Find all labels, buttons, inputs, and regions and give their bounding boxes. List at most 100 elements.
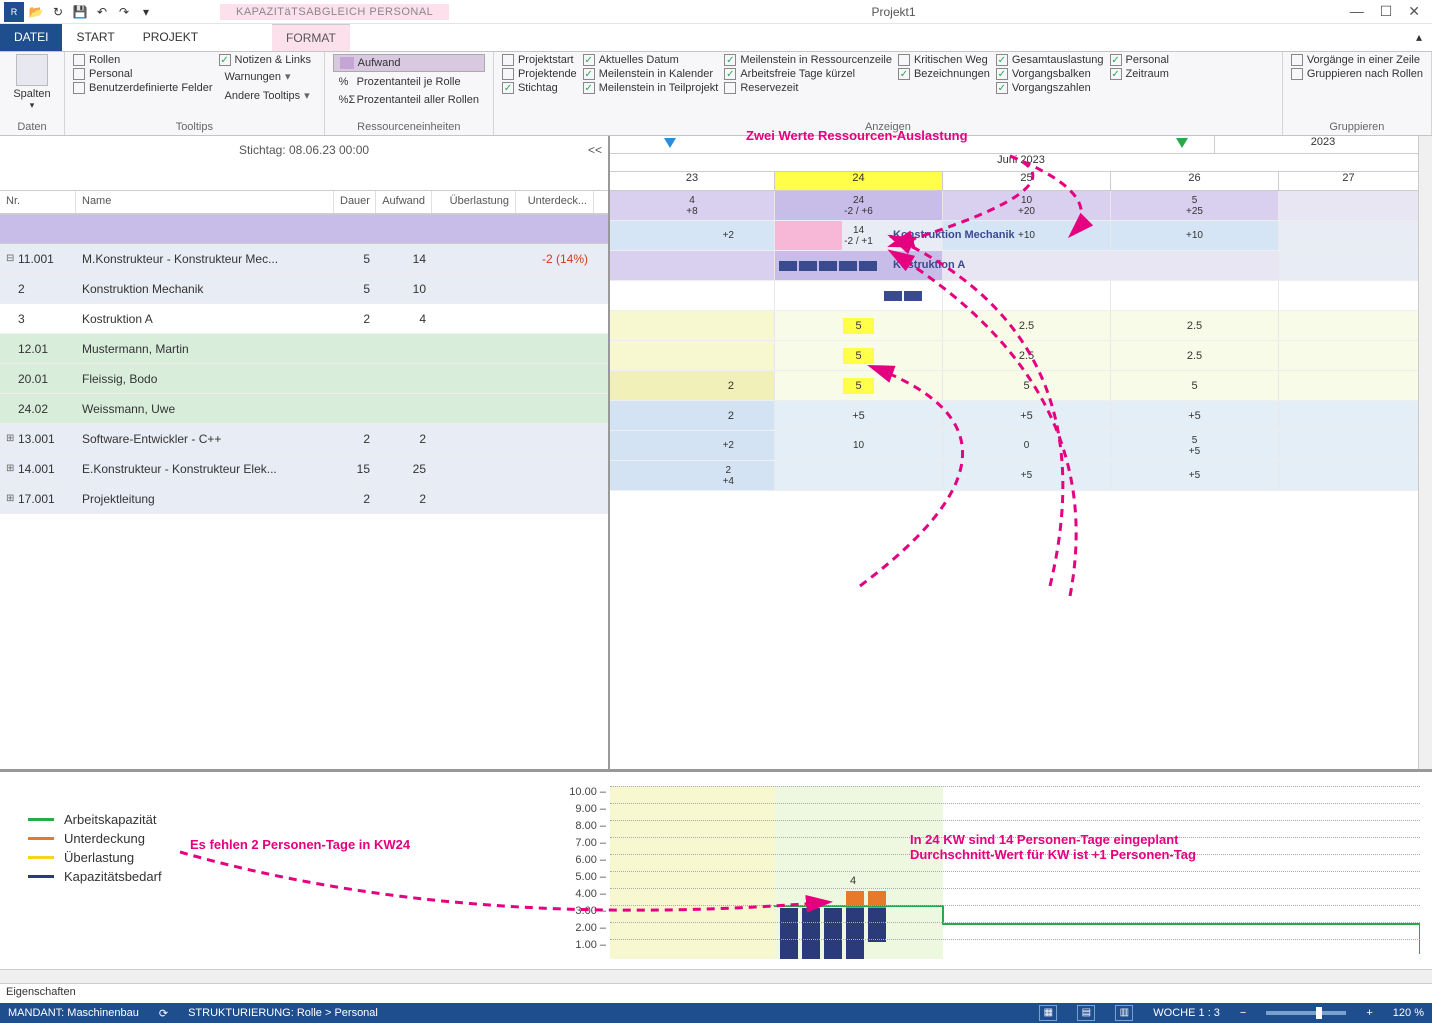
chk-notizen[interactable]: ✓Notizen & Links xyxy=(219,54,316,66)
chk-arbeitsfrei[interactable]: ✓Arbeitsfreie Tage kürzel xyxy=(724,68,892,80)
expand-icon[interactable]: ⊞ xyxy=(6,463,16,474)
table-row[interactable]: ⊟11.001M.Konstrukteur - Konstrukteur Mec… xyxy=(0,244,608,274)
tab-projekt[interactable]: PROJEKT xyxy=(129,24,212,51)
table-row[interactable]: 3Kostruktion A24 xyxy=(0,304,608,334)
chk-personal[interactable]: ✓Personal xyxy=(1110,54,1169,66)
horizontal-scrollbar[interactable] xyxy=(0,969,1432,983)
chk-vorgangszahlen[interactable]: ✓Vorgangszahlen xyxy=(996,82,1104,94)
chk-zeitraum[interactable]: ✓Zeitraum xyxy=(1110,68,1169,80)
refresh-status-icon[interactable]: ⟳ xyxy=(159,1007,168,1020)
chk-stichtag[interactable]: ✓Stichtag xyxy=(502,82,577,94)
dd-warnungen[interactable]: Warnungen xyxy=(219,68,316,85)
table-row[interactable]: 20.01Fleissig, Bodo xyxy=(0,364,608,394)
percent-icon: % xyxy=(339,76,353,88)
hdr-uberlastung[interactable]: Überlastung xyxy=(432,191,516,213)
table-row[interactable]: 12.01Mustermann, Martin xyxy=(0,334,608,364)
week-23[interactable]: 23 xyxy=(610,172,775,190)
tab-datei[interactable]: DATEI xyxy=(0,24,62,51)
vertical-scrollbar[interactable] xyxy=(1418,136,1432,769)
chk-projektende[interactable]: Projektende xyxy=(502,68,577,80)
zoom-out-icon[interactable]: − xyxy=(1240,1007,1246,1019)
zoom-slider[interactable] xyxy=(1266,1011,1346,1015)
expand-icon[interactable]: ⊞ xyxy=(6,433,16,444)
bars-icon xyxy=(340,57,354,69)
spalten-button[interactable]: Spalten ▾ xyxy=(8,54,56,111)
week-26[interactable]: 26 xyxy=(1111,172,1279,190)
app-icon[interactable]: R xyxy=(4,2,24,22)
stichtag-marker-icon xyxy=(664,138,676,148)
chk-reservezeit[interactable]: Reservezeit xyxy=(724,82,892,94)
hdr-aufwand[interactable]: Aufwand xyxy=(376,191,432,213)
status-mandant: MANDANT: Maschinenbau xyxy=(8,1007,139,1019)
annotation-fehlen: Es fehlen 2 Personen-Tage in KW24 xyxy=(190,837,410,852)
chk-gesamtauslastung[interactable]: ✓Gesamtauslastung xyxy=(996,54,1104,66)
redo-icon[interactable]: ↷ xyxy=(114,2,134,22)
btn-proz-rolle[interactable]: %Prozentanteil je Rolle xyxy=(333,74,485,90)
hdr-name[interactable]: Name xyxy=(76,191,334,213)
legend-unterdeckung: Unterdeckung xyxy=(28,831,162,846)
chk-ms-ressource[interactable]: ✓Meilenstein in Ressourcenzeile xyxy=(724,54,892,66)
properties-bar[interactable]: Eigenschaften xyxy=(0,983,1432,1003)
hdr-unterdeckung[interactable]: Unterdeck... xyxy=(516,191,594,213)
open-icon[interactable]: 📂 xyxy=(26,2,46,22)
group-gruppieren-label: Gruppieren xyxy=(1291,121,1423,135)
refresh-icon[interactable]: ↻ xyxy=(48,2,68,22)
zoom-in-icon[interactable]: + xyxy=(1366,1007,1372,1019)
chk-grup-rollen[interactable]: Gruppieren nach Rollen xyxy=(1291,68,1423,80)
view-btn-2[interactable]: ▤ xyxy=(1077,1005,1095,1021)
table-row[interactable]: ⊞17.001Projektleitung22 xyxy=(0,484,608,514)
legend-uberlastung: Überlastung xyxy=(28,850,162,865)
maximize-icon[interactable]: ☐ xyxy=(1380,3,1393,20)
stichtag-label: Stichtag: 08.06.23 00:00 xyxy=(239,143,369,157)
hdr-dauer[interactable]: Dauer xyxy=(334,191,376,213)
expand-icon[interactable]: ⊞ xyxy=(6,493,16,504)
close-icon[interactable]: ✕ xyxy=(1408,3,1420,20)
chk-rollen[interactable]: Rollen xyxy=(73,54,213,66)
view-btn-3[interactable]: ▥ xyxy=(1115,1005,1133,1021)
legend-arbeitskap: Arbeitskapazität xyxy=(28,812,162,827)
dd-andere-tooltips[interactable]: Andere Tooltips xyxy=(219,87,316,104)
chk-krit-weg[interactable]: Kritischen Weg xyxy=(898,54,990,66)
btn-proz-alle[interactable]: %ΣProzentanteil aller Rollen xyxy=(333,92,485,108)
week-27[interactable]: 27 xyxy=(1279,172,1419,190)
table-row[interactable]: ⊞14.001E.Konstrukteur - Konstrukteur Ele… xyxy=(0,454,608,484)
week-25[interactable]: 25 xyxy=(943,172,1111,190)
grid-sum-row-left xyxy=(0,214,608,244)
tab-start[interactable]: START xyxy=(62,24,128,51)
expand-icon[interactable]: ⊟ xyxy=(6,253,16,264)
context-tab-kapazitaet[interactable]: KAPAZITäTSABGLEICH PERSONAL xyxy=(220,4,449,20)
chk-bezeichnungen[interactable]: ✓Bezeichnungen xyxy=(898,68,990,80)
columns-icon xyxy=(16,54,48,86)
tab-format[interactable]: FORMAT xyxy=(272,24,350,51)
undo-icon[interactable]: ↶ xyxy=(92,2,112,22)
chk-budf[interactable]: Benutzerdefinierte Felder xyxy=(73,82,213,94)
chk-vorg-zeile[interactable]: Vorgänge in einer Zeile xyxy=(1291,54,1423,66)
view-btn-1[interactable]: ▦ xyxy=(1039,1005,1057,1021)
chk-vorgangsbalken[interactable]: ✓Vorgangsbalken xyxy=(996,68,1104,80)
ribbon-collapse-icon[interactable]: ▴ xyxy=(1406,24,1432,51)
chk-ms-teilprojekt[interactable]: ✓Meilenstein in Teilprojekt xyxy=(583,82,719,94)
save-icon[interactable]: 💾 xyxy=(70,2,90,22)
chk-ms-kalender[interactable]: ✓Meilenstein in Kalender xyxy=(583,68,719,80)
percent-sigma-icon: %Σ xyxy=(339,94,353,106)
table-row[interactable]: ⊞13.001Software-Entwickler - C++22 xyxy=(0,424,608,454)
collapse-left-button[interactable]: << xyxy=(588,143,602,157)
status-struktur: STRUKTURIERUNG: Rolle > Personal xyxy=(188,1007,378,1019)
minimize-icon[interactable]: — xyxy=(1350,3,1364,20)
btn-aufwand[interactable]: Aufwand xyxy=(333,54,485,72)
group-tooltips-label: Tooltips xyxy=(73,121,316,135)
today-marker-icon xyxy=(1176,138,1188,148)
table-row[interactable]: 24.02Weissmann, Uwe xyxy=(0,394,608,424)
week-24[interactable]: 24 xyxy=(775,172,943,190)
qat-more-icon[interactable]: ▾ xyxy=(136,2,156,22)
chk-akt-datum[interactable]: ✓Aktuelles Datum xyxy=(583,54,719,66)
group-daten-label: Daten xyxy=(8,121,56,135)
chk-personal-tt[interactable]: Personal xyxy=(73,68,213,80)
legend-kapbedarf: Kapazitätsbedarf xyxy=(28,869,162,884)
table-row[interactable]: 2Konstruktion Mechanik510 xyxy=(0,274,608,304)
timeline-year: 2023 xyxy=(1215,136,1432,153)
group-reseinh-label: Ressourceneinheiten xyxy=(333,121,485,135)
status-woche: WOCHE 1 : 3 xyxy=(1153,1007,1220,1019)
hdr-nr[interactable]: Nr. xyxy=(0,191,76,213)
chk-projektstart[interactable]: Projektstart xyxy=(502,54,577,66)
